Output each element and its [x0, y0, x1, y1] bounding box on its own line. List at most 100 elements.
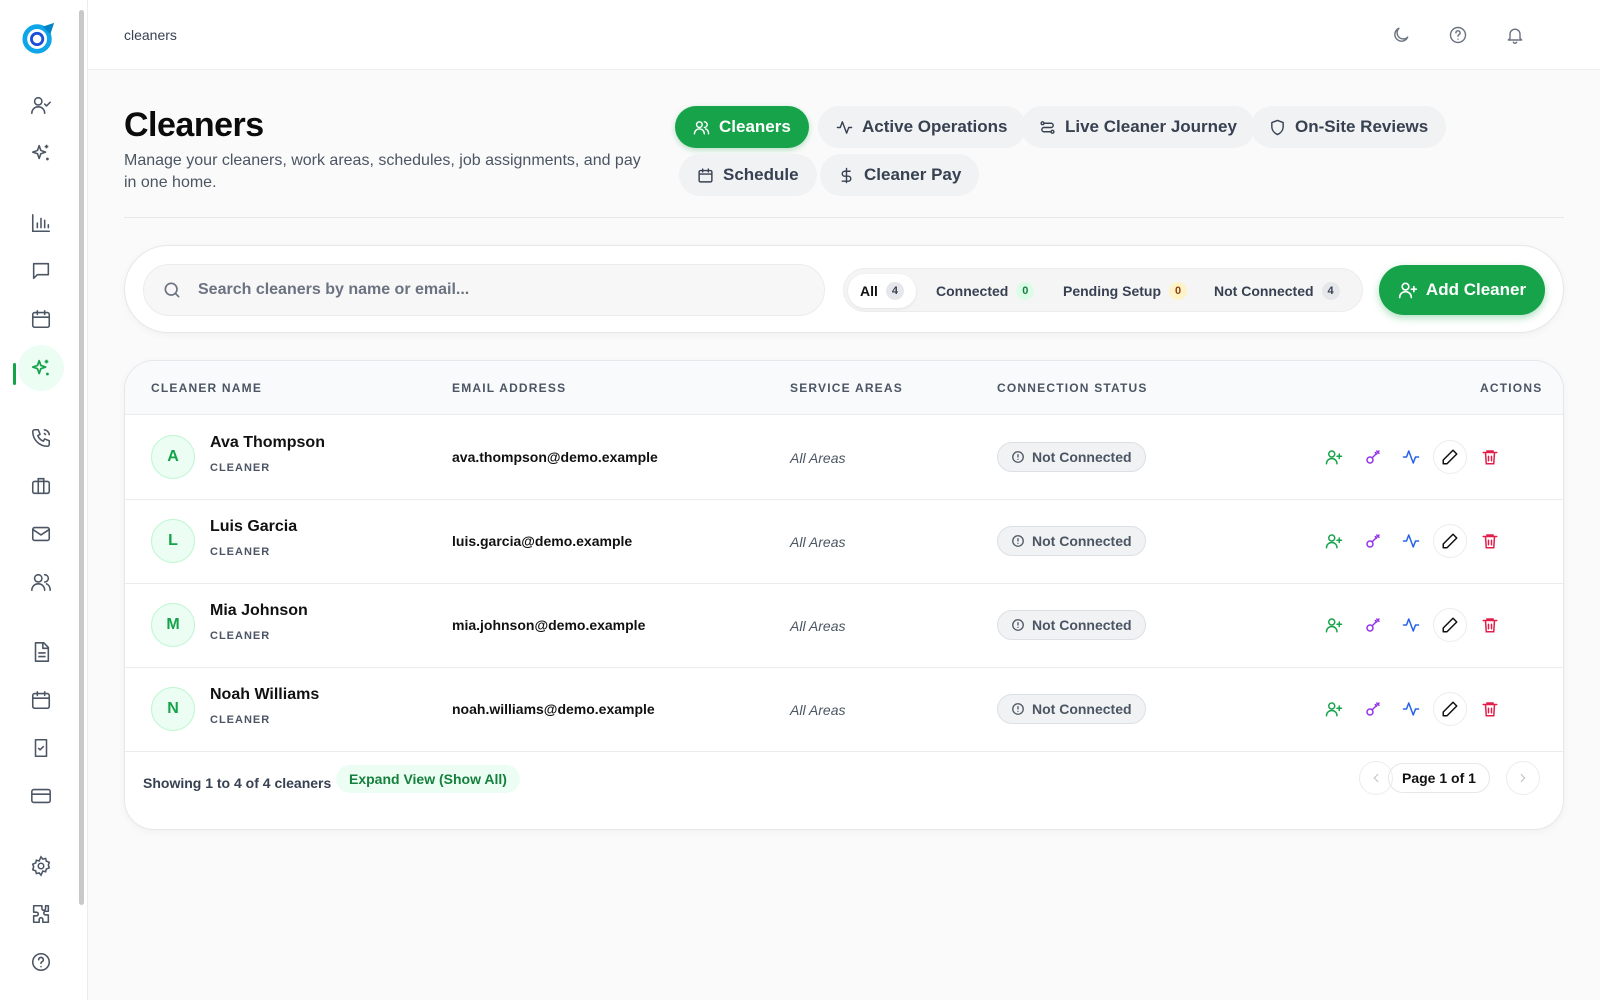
edit-button[interactable] — [1433, 692, 1467, 726]
sidebar-item-settings[interactable] — [18, 843, 64, 889]
delete-button[interactable] — [1473, 440, 1507, 474]
notifications-button[interactable] — [1498, 18, 1532, 52]
dark-mode-button[interactable] — [1384, 18, 1418, 52]
cleaner-name[interactable]: Mia Johnson — [210, 602, 308, 620]
table-row[interactable]: M Mia Johnson CLEANER mia.johnson@demo.e… — [125, 583, 1563, 668]
sidebar-item-analytics[interactable] — [18, 200, 64, 246]
filter-label: Connected — [936, 283, 1009, 299]
invite-button[interactable] — [1317, 608, 1351, 642]
invite-button[interactable] — [1317, 524, 1351, 558]
invite-button[interactable] — [1317, 440, 1351, 474]
sidebar-item-help[interactable] — [18, 939, 64, 985]
delete-button[interactable] — [1473, 692, 1507, 726]
edit-button[interactable] — [1433, 440, 1467, 474]
avatar: A — [151, 435, 195, 479]
chevron-left-icon — [1373, 773, 1379, 783]
topbar: cleaners — [88, 0, 1600, 70]
cleaner-email: luis.garcia@demo.example — [452, 533, 633, 549]
activity-button[interactable] — [1394, 692, 1428, 726]
app-logo[interactable] — [20, 21, 58, 55]
sidebar-item-calendar-2[interactable] — [18, 677, 64, 723]
sidebar-item-users[interactable] — [18, 559, 64, 605]
calendar-icon — [31, 690, 51, 710]
sidebar-item-calendar[interactable] — [18, 296, 64, 342]
sidebar-active-indicator — [13, 363, 16, 385]
cleaner-name[interactable]: Noah Williams — [210, 686, 319, 704]
activity-button[interactable] — [1394, 524, 1428, 558]
sidebar — [0, 0, 88, 1000]
edit-button[interactable] — [1433, 524, 1467, 558]
calendar-icon — [698, 167, 713, 183]
alert-circle-icon — [1012, 703, 1024, 715]
invite-button[interactable] — [1317, 692, 1351, 726]
column-header-name[interactable]: CLEANER NAME — [151, 381, 262, 395]
status-label: Not Connected — [1032, 701, 1132, 717]
service-areas: All Areas — [790, 450, 846, 466]
sidebar-item-jobs[interactable] — [18, 463, 64, 509]
search-input[interactable] — [198, 281, 798, 299]
tab-live-cleaner-journey[interactable]: Live Cleaner Journey — [1021, 106, 1255, 148]
filter-pending-setup[interactable]: Pending Setup 0 — [1051, 274, 1199, 308]
trash-icon — [1482, 702, 1498, 717]
key-icon — [1366, 702, 1380, 716]
tab-schedule[interactable]: Schedule — [679, 154, 817, 196]
sidebar-item-tasks[interactable] — [18, 725, 64, 771]
user-check-icon — [31, 96, 51, 115]
credit-card-icon — [31, 788, 51, 804]
tab-on-site-reviews[interactable]: On-Site Reviews — [1251, 106, 1447, 148]
credentials-button[interactable] — [1356, 524, 1390, 558]
sidebar-scrollbar[interactable] — [79, 10, 84, 905]
column-header-service-areas[interactable]: SERVICE AREAS — [790, 381, 903, 395]
tab-label: Cleaners — [719, 117, 791, 136]
add-cleaner-button[interactable]: Add Cleaner — [1379, 265, 1545, 315]
status-label: Not Connected — [1032, 449, 1132, 465]
cleaner-name[interactable]: Ava Thompson — [210, 434, 325, 452]
credentials-button[interactable] — [1356, 692, 1390, 726]
cleaner-name[interactable]: Luis Garcia — [210, 518, 297, 536]
key-icon — [1366, 450, 1380, 464]
cleaner-role: CLEANER — [210, 462, 271, 474]
credentials-button[interactable] — [1356, 608, 1390, 642]
page-indicator: Page 1 of 1 — [1388, 763, 1490, 793]
sidebar-item-documents[interactable] — [18, 629, 64, 675]
sidebar-item-messages[interactable] — [18, 248, 64, 294]
delete-button[interactable] — [1473, 608, 1507, 642]
next-page-button[interactable] — [1506, 761, 1540, 795]
sidebar-item-mail[interactable] — [18, 511, 64, 557]
pagination-summary: Showing 1 to 4 of 4 cleaners — [143, 775, 332, 791]
edit-button[interactable] — [1433, 608, 1467, 642]
sidebar-item-calls[interactable] — [18, 415, 64, 461]
user-plus-icon — [1325, 534, 1343, 549]
table-row[interactable]: L Luis Garcia CLEANER luis.garcia@demo.e… — [125, 499, 1563, 584]
activity-button[interactable] — [1394, 440, 1428, 474]
header-divider — [124, 217, 1564, 218]
sidebar-item-sparkles[interactable] — [18, 130, 64, 176]
message-icon — [32, 262, 50, 280]
sidebar-item-billing[interactable] — [18, 773, 64, 819]
activity-button[interactable] — [1394, 608, 1428, 642]
help-button[interactable] — [1441, 18, 1475, 52]
sidebar-item-integrations[interactable] — [18, 891, 64, 937]
activity-icon — [1402, 450, 1420, 464]
column-header-email[interactable]: EMAIL ADDRESS — [452, 381, 566, 395]
filter-all[interactable]: All 4 — [848, 274, 916, 308]
tab-cleaners[interactable]: Cleaners — [675, 106, 809, 148]
trash-icon — [1482, 534, 1498, 549]
table-row[interactable]: N Noah Williams CLEANER noah.williams@de… — [125, 667, 1563, 752]
column-header-connection-status[interactable]: CONNECTION STATUS — [997, 381, 1148, 395]
sidebar-item-cleaners[interactable] — [18, 345, 64, 391]
search-box[interactable] — [143, 264, 825, 316]
sidebar-item-user-check[interactable] — [18, 82, 64, 128]
delete-button[interactable] — [1473, 524, 1507, 558]
pencil-icon — [1442, 701, 1458, 717]
expand-view-button[interactable]: Expand View (Show All) — [336, 765, 520, 793]
filter-connected[interactable]: Connected 0 — [924, 274, 1046, 308]
filter-not-connected[interactable]: Not Connected 4 — [1202, 274, 1352, 308]
cleaner-role: CLEANER — [210, 714, 271, 726]
service-areas: All Areas — [790, 618, 846, 634]
table-row[interactable]: A Ava Thompson CLEANER ava.thompson@demo… — [125, 415, 1563, 500]
tab-active-operations[interactable]: Active Operations — [818, 106, 1026, 148]
users-icon — [31, 573, 51, 592]
tab-cleaner-pay[interactable]: Cleaner Pay — [820, 154, 980, 196]
credentials-button[interactable] — [1356, 440, 1390, 474]
